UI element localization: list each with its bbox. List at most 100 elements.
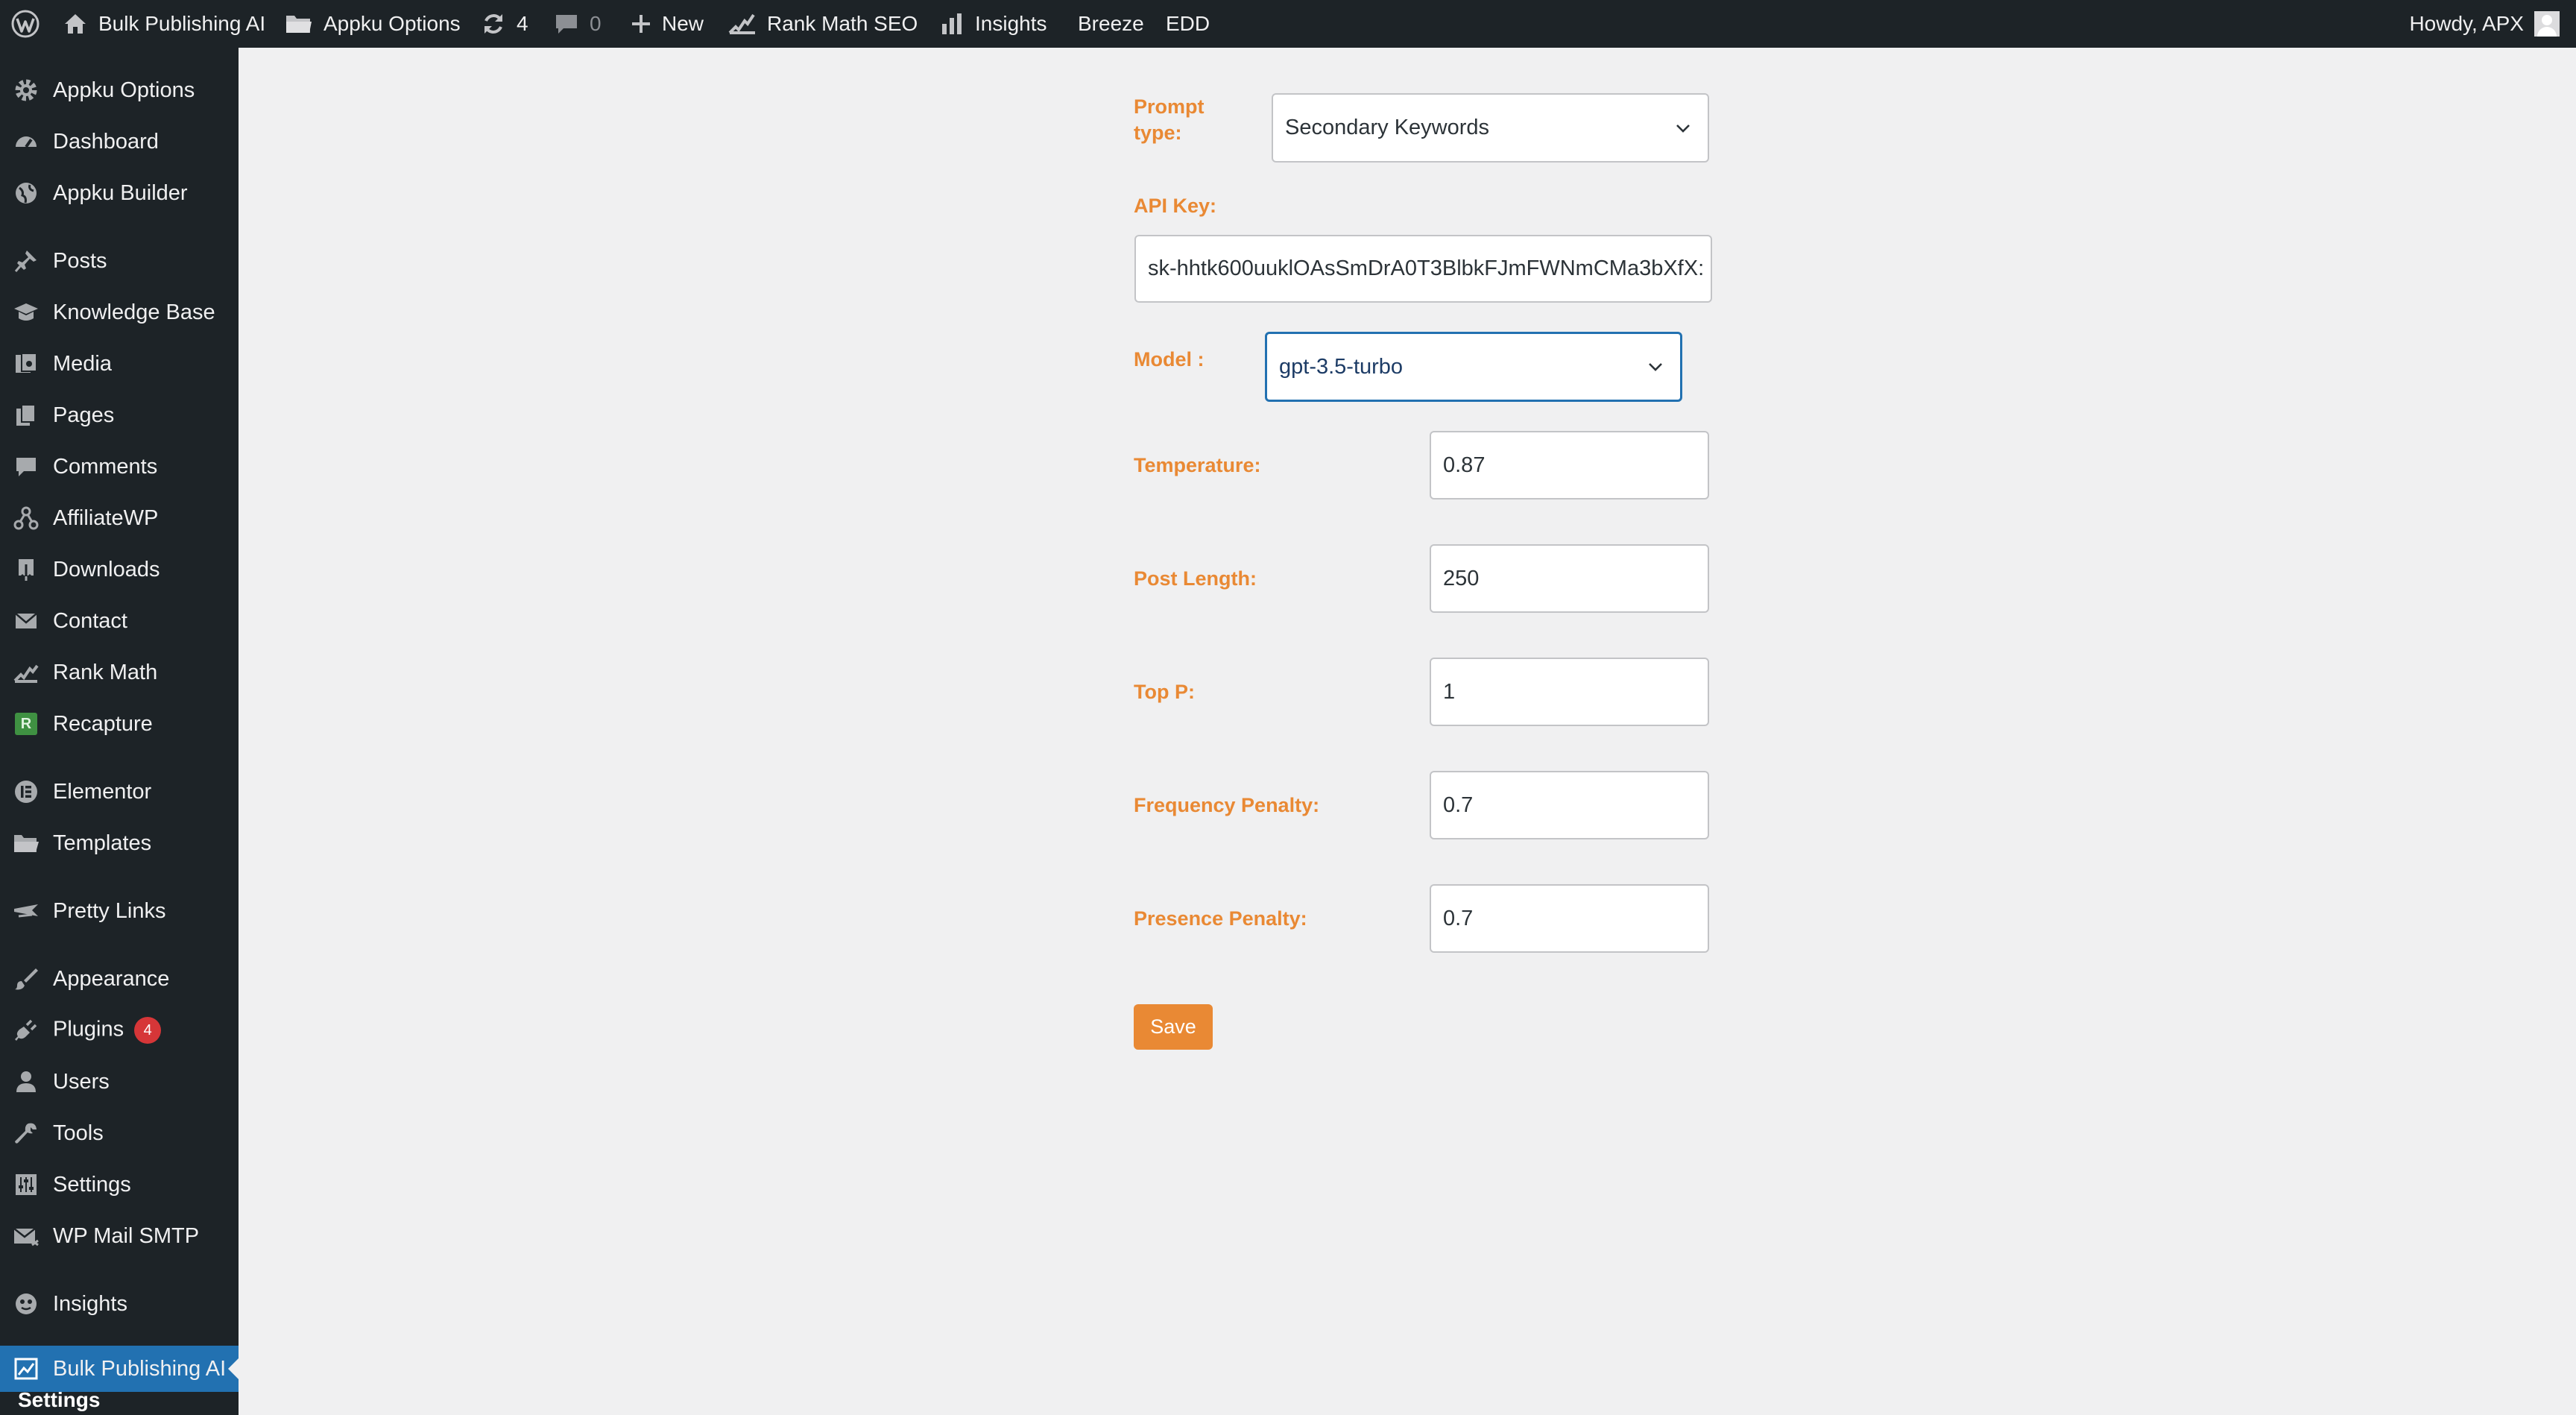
sidebar-item-affiliatewp[interactable]: AffiliateWP <box>0 495 239 541</box>
plugins-label: Plugins <box>53 1017 124 1041</box>
submenu-item-settings[interactable]: Settings <box>18 1388 100 1412</box>
refresh-icon <box>481 11 506 37</box>
top-p-input[interactable] <box>1430 658 1709 726</box>
insights-link[interactable]: Insights <box>941 0 1047 48</box>
dashboard-icon <box>12 127 40 156</box>
sidebar-item-downloads[interactable]: Downloads <box>0 546 239 593</box>
updates-link[interactable]: 4 <box>481 0 528 48</box>
insights-icon <box>12 1290 40 1318</box>
edd-label: EDD <box>1166 12 1210 35</box>
sidebar-item-media[interactable]: Media <box>0 341 239 387</box>
site-name-link[interactable]: Bulk Publishing AI <box>63 0 265 48</box>
model-label: Model : <box>1134 348 1205 371</box>
sidebar-item-label: Dashboard <box>53 129 159 154</box>
share-nodes-icon <box>12 504 40 532</box>
appku-options-link[interactable]: Appku Options <box>285 0 461 48</box>
sidebar-item-posts[interactable]: Posts <box>0 238 239 284</box>
new-label: New <box>662 12 704 35</box>
comments-count: 0 <box>590 12 602 35</box>
sidebar-item-recapture[interactable]: R Recapture <box>0 701 239 747</box>
sliders-icon <box>12 1170 40 1199</box>
pages-icon <box>12 401 40 429</box>
links-icon <box>12 897 40 925</box>
sidebar-item-knowledge-base[interactable]: Knowledge Base <box>0 289 239 335</box>
save-button[interactable]: Save <box>1134 1004 1213 1050</box>
top-p-label: Top P: <box>1134 681 1195 703</box>
sidebar-item-label: Appku Builder <box>53 180 188 205</box>
frequency-penalty-input[interactable] <box>1430 771 1709 839</box>
folder-icon <box>285 13 313 35</box>
sidebar-item-label: Rank Math <box>53 660 158 684</box>
mail-icon <box>12 1222 40 1250</box>
api-key-label: API Key: <box>1134 195 1217 217</box>
sidebar-item-pages[interactable]: Pages <box>0 392 239 438</box>
sidebar-item-templates[interactable]: Templates <box>0 820 239 866</box>
gear-icon <box>12 76 40 104</box>
temperature-label: Temperature: <box>1134 454 1261 476</box>
sidebar-item-rank-math[interactable]: Rank Math <box>0 649 239 696</box>
breeze-link[interactable]: Breeze <box>1078 0 1144 48</box>
sidebar-item-pretty-links[interactable]: Pretty Links <box>0 888 239 934</box>
prompt-type-label: Prompt type: <box>1134 95 1205 144</box>
sidebar-item-label: Elementor <box>53 779 152 804</box>
wordpress-logo-icon[interactable] <box>10 0 40 48</box>
sidebar-item-wp-mail-smtp[interactable]: WP Mail SMTP <box>0 1213 239 1259</box>
comment-icon <box>12 453 40 481</box>
api-key-input[interactable] <box>1134 235 1712 303</box>
prompt-type-select[interactable]: Secondary Keywords <box>1272 93 1709 163</box>
sidebar-item-label: Appku Options <box>53 78 195 102</box>
sidebar-item-label: Pretty Links <box>53 898 166 923</box>
recapture-icon: R <box>12 710 40 738</box>
comment-bubble-icon <box>554 12 579 36</box>
sidebar-item-tools[interactable]: Tools <box>0 1110 239 1156</box>
howdy-label: Howdy, APX <box>2409 12 2524 35</box>
my-account-link[interactable]: Howdy, APX <box>2409 0 2560 48</box>
temperature-input[interactable] <box>1430 431 1709 499</box>
graduation-cap-icon <box>12 298 40 327</box>
rank-math-icon <box>728 12 757 36</box>
admin-bar: Bulk Publishing AI Appku Options 4 0 New… <box>0 0 2576 48</box>
bar-chart-icon <box>941 12 965 36</box>
sidebar-item-plugins[interactable]: Plugins 4 <box>0 1007 239 1053</box>
model-value: gpt-3.5-turbo <box>1279 354 1404 379</box>
bulk-ai-icon <box>12 1355 40 1383</box>
rank-math-seo-link[interactable]: Rank Math SEO <box>728 0 918 48</box>
recapture-letter: R <box>15 713 37 735</box>
sidebar-item-bulk-publishing-ai[interactable]: Bulk Publishing AI <box>0 1346 239 1392</box>
avatar <box>2534 11 2560 37</box>
sidebar-item-label: Pages <box>53 403 115 427</box>
sidebar-item-insights[interactable]: Insights <box>0 1281 239 1327</box>
sidebar-item-label: Appearance <box>53 966 170 991</box>
sidebar-item-elementor[interactable]: Elementor <box>0 769 239 815</box>
user-icon <box>12 1068 40 1096</box>
model-select[interactable]: gpt-3.5-turbo <box>1265 332 1682 402</box>
breeze-label: Breeze <box>1078 12 1144 35</box>
comments-link[interactable]: 0 <box>554 0 602 48</box>
sidebar-item-appearance[interactable]: Appearance <box>0 956 239 1002</box>
sidebar-item-label: Settings <box>53 1172 131 1197</box>
post-length-input[interactable] <box>1430 544 1709 613</box>
sidebar-item-contact[interactable]: Contact <box>0 598 239 644</box>
edd-link[interactable]: EDD <box>1166 0 1210 48</box>
plug-icon <box>12 1016 40 1044</box>
presence-penalty-input[interactable] <box>1430 884 1709 953</box>
admin-sidebar: Appku Options Dashboard Appku Builder Po… <box>0 48 239 1415</box>
prompt-type-value: Secondary Keywords <box>1285 116 1490 139</box>
chevron-down-icon <box>1676 124 1690 133</box>
sidebar-item-settings[interactable]: Settings <box>0 1162 239 1208</box>
insights-label: Insights <box>975 12 1047 35</box>
sidebar-item-appku-builder[interactable]: Appku Builder <box>0 170 239 216</box>
sidebar-item-label: Plugins 4 <box>53 1017 162 1044</box>
sidebar-item-dashboard[interactable]: Dashboard <box>0 119 239 165</box>
sidebar-item-label: Insights <box>53 1291 127 1316</box>
new-content-link[interactable]: New <box>631 0 704 48</box>
post-length-label: Post Length: <box>1134 567 1257 590</box>
rank-math-seo-label: Rank Math SEO <box>767 12 918 35</box>
plugins-update-badge: 4 <box>134 1017 162 1044</box>
sidebar-item-label: Tools <box>53 1121 104 1145</box>
sidebar-item-label: Media <box>53 351 112 376</box>
sidebar-item-appku-options[interactable]: Appku Options <box>0 67 239 113</box>
sidebar-item-users[interactable]: Users <box>0 1059 239 1105</box>
sidebar-item-comments[interactable]: Comments <box>0 444 239 490</box>
sidebar-item-label: Posts <box>53 248 107 273</box>
